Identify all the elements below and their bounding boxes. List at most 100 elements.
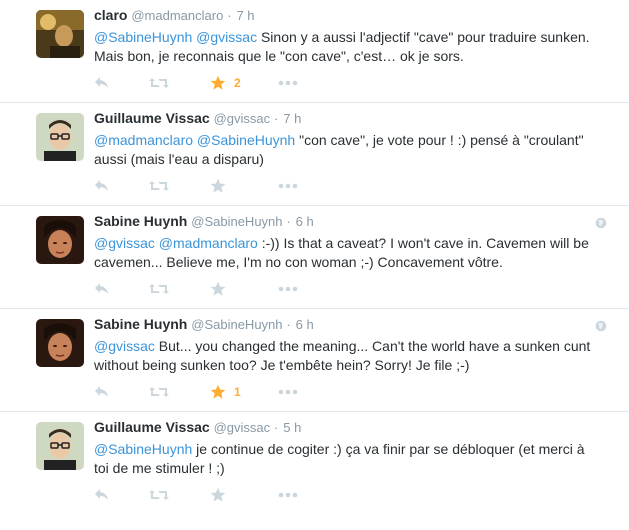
- favorite-button[interactable]: [210, 279, 234, 299]
- tweet-header: Sabine Huynh @SabineHuynh · 6 h: [94, 315, 607, 334]
- tweet: Sabine Huynh @SabineHuynh · 6 h @gvissac…: [0, 309, 629, 412]
- retweet-icon: [149, 385, 169, 399]
- more-button[interactable]: [278, 485, 298, 505]
- avatar[interactable]: [36, 422, 84, 470]
- mention-link[interactable]: @SabineHuynh: [94, 29, 192, 45]
- favorite-button[interactable]: 2: [210, 73, 241, 93]
- tweet: Sabine Huynh @SabineHuynh · 6 h @gvissac…: [0, 206, 629, 309]
- timestamp[interactable]: 5 h: [283, 420, 301, 435]
- retweet-button[interactable]: [149, 279, 169, 299]
- reply-button[interactable]: [94, 485, 110, 505]
- globe-icon[interactable]: [595, 216, 607, 229]
- tweet-header: Sabine Huynh @SabineHuynh · 6 h: [94, 212, 607, 231]
- tweet-text-segment: "con cave", je vote pour ! :) pensé à "c…: [295, 132, 584, 148]
- retweet-button[interactable]: [149, 485, 169, 505]
- mention-link[interactable]: @madmanclaro: [159, 235, 258, 251]
- more-button[interactable]: [278, 382, 298, 402]
- more-icon: [278, 183, 298, 189]
- tweet-text-segment: :-)) Is that a caveat? I won't cave in. …: [257, 235, 589, 251]
- tweet-line-2: Mais bon, je reconnais que le "con cave"…: [94, 48, 464, 64]
- reply-icon: [94, 385, 110, 399]
- tweet-text-segment: cavemen... Believe me, I'm no con woman …: [94, 254, 503, 270]
- tweet-content: Sabine Huynh @SabineHuynh · 6 h @gvissac…: [94, 212, 607, 296]
- retweet-button[interactable]: [149, 73, 169, 93]
- tweet-timeline: claro @madmanclaro · 7 h @SabineHuynh @g…: [0, 0, 629, 515]
- retweet-button[interactable]: [149, 382, 169, 402]
- tweet-content: Guillaume Vissac @gvissac · 5 h @SabineH…: [94, 418, 607, 502]
- tweet-text-segment: Sinon y a aussi l'adjectif "cave" pour t…: [257, 29, 590, 45]
- reply-button[interactable]: [94, 279, 110, 299]
- star-icon: [210, 178, 226, 194]
- fullname[interactable]: Sabine Huynh: [94, 316, 187, 332]
- tweet-line-2: toi de me stimuler ! ;): [94, 460, 225, 476]
- favorite-button[interactable]: [210, 176, 234, 196]
- star-icon: [210, 487, 226, 503]
- fullname[interactable]: Guillaume Vissac: [94, 419, 210, 435]
- reply-icon: [94, 282, 110, 296]
- tweet-text: @SabineHuynh je continue de cogiter :) ç…: [94, 440, 607, 478]
- reply-button[interactable]: [94, 73, 110, 93]
- more-icon: [278, 492, 298, 498]
- separator-dot: ·: [286, 317, 291, 332]
- separator-dot: ·: [286, 214, 291, 229]
- tweet-line-1: @gvissac But... you changed the meaning.…: [94, 338, 590, 354]
- username[interactable]: @SabineHuynh: [191, 317, 282, 332]
- separator-dot: ·: [274, 111, 279, 126]
- timestamp[interactable]: 7 h: [236, 8, 254, 23]
- tweet: Guillaume Vissac @gvissac · 5 h @SabineH…: [0, 412, 629, 515]
- tweet-line-1: @gvissac @madmanclaro :-)) Is that a cav…: [94, 235, 589, 251]
- more-button[interactable]: [278, 176, 298, 196]
- tweet-actions: [94, 176, 354, 196]
- avatar[interactable]: [36, 319, 84, 367]
- username[interactable]: @SabineHuynh: [191, 214, 282, 229]
- mention-link[interactable]: @SabineHuynh: [197, 132, 295, 148]
- tweet: claro @madmanclaro · 7 h @SabineHuynh @g…: [0, 0, 629, 103]
- tweet-line-1: @madmanclaro @SabineHuynh "con cave", je…: [94, 132, 584, 148]
- tweet-header: claro @madmanclaro · 7 h: [94, 6, 607, 25]
- separator-dot: ·: [274, 420, 279, 435]
- tweet-text-segment: But... you changed the meaning... Can't …: [154, 338, 591, 354]
- avatar[interactable]: [36, 10, 84, 58]
- tweet-content: claro @madmanclaro · 7 h @SabineHuynh @g…: [94, 6, 607, 90]
- favorite-button[interactable]: [210, 485, 234, 505]
- username[interactable]: @gvissac: [214, 420, 271, 435]
- reply-icon: [94, 488, 110, 502]
- tweet-text-segment: without being sunken too? Je t'embête he…: [94, 357, 470, 373]
- tweet-line-2: without being sunken too? Je t'embête he…: [94, 357, 469, 373]
- tweet-line-2: cavemen... Believe me, I'm no con woman …: [94, 254, 503, 270]
- mention-link[interactable]: @gvissac: [94, 235, 155, 251]
- star-icon: [210, 384, 226, 400]
- tweet-actions: [94, 485, 354, 505]
- globe-icon[interactable]: [595, 319, 607, 332]
- tweet-content: Sabine Huynh @SabineHuynh · 6 h @gvissac…: [94, 315, 607, 399]
- mention-link[interactable]: @SabineHuynh: [94, 441, 192, 457]
- fullname[interactable]: claro: [94, 7, 127, 23]
- more-button[interactable]: [278, 73, 298, 93]
- avatar[interactable]: [36, 113, 84, 161]
- retweet-button[interactable]: [149, 176, 169, 196]
- mention-link[interactable]: @madmanclaro: [94, 132, 193, 148]
- tweet-line-2: aussi (mais l'eau a disparu): [94, 151, 264, 167]
- tweet-text-segment: Mais bon, je reconnais que le "con cave"…: [94, 48, 464, 64]
- timestamp[interactable]: 6 h: [296, 317, 314, 332]
- retweet-icon: [149, 76, 169, 90]
- retweet-icon: [149, 282, 169, 296]
- mention-link[interactable]: @gvissac: [94, 338, 155, 354]
- avatar[interactable]: [36, 216, 84, 264]
- tweet-text: @SabineHuynh @gvissac Sinon y a aussi l'…: [94, 28, 607, 66]
- username[interactable]: @madmanclaro: [131, 8, 223, 23]
- favorite-button[interactable]: 1: [210, 382, 241, 402]
- reply-button[interactable]: [94, 382, 110, 402]
- fullname[interactable]: Guillaume Vissac: [94, 110, 210, 126]
- reply-button[interactable]: [94, 176, 110, 196]
- timestamp[interactable]: 6 h: [296, 214, 314, 229]
- tweet: Guillaume Vissac @gvissac · 7 h @madmanc…: [0, 103, 629, 206]
- more-button[interactable]: [278, 279, 298, 299]
- favorite-count: 1: [234, 385, 241, 399]
- timestamp[interactable]: 7 h: [283, 111, 301, 126]
- tweet-actions: [94, 279, 354, 299]
- mention-link[interactable]: @gvissac: [196, 29, 257, 45]
- fullname[interactable]: Sabine Huynh: [94, 213, 187, 229]
- favorite-count: 2: [234, 76, 241, 90]
- username[interactable]: @gvissac: [214, 111, 271, 126]
